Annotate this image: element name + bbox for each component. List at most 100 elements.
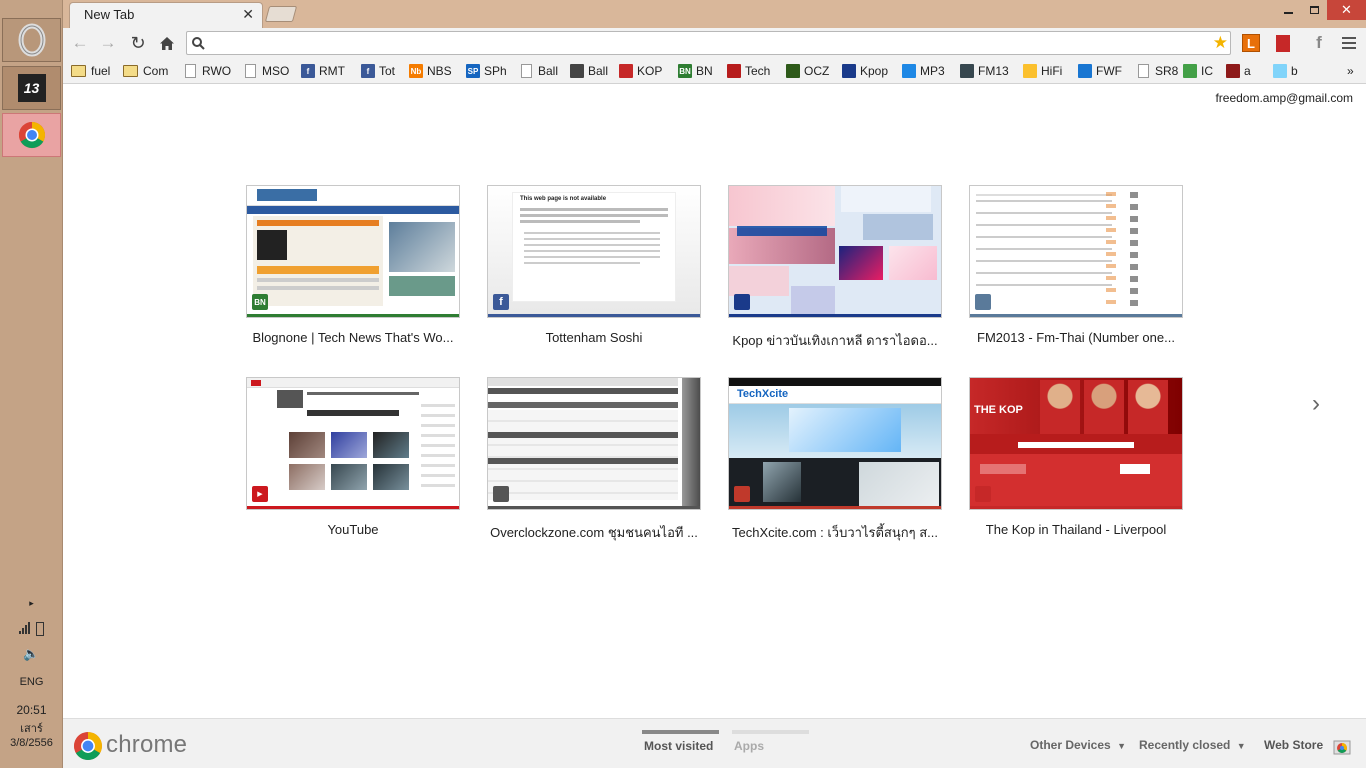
bookmark-label: FM13 [978, 64, 1009, 78]
bookmarks-overflow-icon[interactable]: » [1347, 62, 1354, 80]
tile-thumbnail[interactable]: TechXcite [728, 377, 942, 510]
tile-thumbnail[interactable]: This web page is not available f [487, 185, 701, 318]
bookmark-ocz[interactable]: OCZ [786, 62, 829, 80]
extension-bookmark-icon[interactable] [1273, 33, 1293, 53]
bookmark-mso[interactable]: MSO [245, 62, 289, 80]
tab-new-tab[interactable]: New Tab ✕ [69, 2, 263, 28]
bookmark-hifi[interactable]: HiFi [1023, 62, 1062, 80]
home-icon[interactable] [155, 32, 179, 54]
navigation-toolbar: ← → ↻ ★ L f [63, 28, 1366, 58]
bookmark-ic[interactable]: IC [1183, 62, 1213, 80]
close-window-icon[interactable]: ✕ [1327, 0, 1366, 20]
recently-closed-label: Recently closed [1139, 738, 1231, 752]
next-page-chevron-icon[interactable]: › [1312, 390, 1320, 418]
techxcite-favicon [734, 486, 750, 502]
web-store-link[interactable]: Web Store [1264, 738, 1323, 752]
tray-icons [0, 622, 63, 636]
signal-icon[interactable] [19, 622, 30, 634]
tile-title[interactable]: YouTube [246, 522, 460, 537]
tab-apps[interactable]: Apps [734, 739, 764, 753]
close-tab-icon[interactable]: ✕ [242, 6, 254, 23]
tile-title[interactable]: FM2013 - Fm-Thai (Number one... [969, 330, 1183, 345]
bookmark-fuel[interactable]: fuel [71, 62, 110, 80]
tile-title[interactable]: Tottenham Soshi [487, 330, 701, 345]
new-tab-button[interactable] [264, 6, 298, 22]
bookmark-mp3[interactable]: MP3 [902, 62, 945, 80]
volume-icon[interactable]: 🔈 [0, 646, 63, 662]
language-indicator[interactable]: ENG [0, 676, 63, 688]
tile-thumbnail[interactable] [487, 377, 701, 510]
bookmark-kop[interactable]: KOP [619, 62, 662, 80]
bookmark-tot[interactable]: f Tot [361, 62, 395, 80]
minimize-icon[interactable] [1275, 0, 1301, 20]
other-devices-label: Other Devices [1030, 738, 1111, 752]
web-store-icon[interactable] [1333, 737, 1351, 755]
tile-title[interactable]: TechXcite.com : เว็บวาไรตี้สนุกๆ ส... [728, 522, 942, 543]
most-visited-tile[interactable]: THE KOP The Kop in Thailand - Liverpool [969, 377, 1183, 537]
bookmark-label: RMT [319, 64, 345, 78]
bookmark-ball[interactable]: Ball [570, 62, 608, 80]
bookmark-fwf[interactable]: FWF [1078, 62, 1122, 80]
bookmark-rmt[interactable]: f RMT [301, 62, 345, 80]
bookmark-a[interactable]: a [1226, 62, 1251, 80]
extension-l-icon[interactable]: L [1241, 33, 1261, 53]
recently-closed-menu[interactable]: Recently closed ▼ [1139, 738, 1246, 752]
bookmark-nbs[interactable]: Nb NBS [409, 62, 452, 80]
chrome-taskbar-button[interactable] [2, 113, 61, 157]
bookmark-label: IC [1201, 64, 1213, 78]
tab-title: New Tab [84, 7, 135, 22]
most-visited-tile[interactable]: Kpop ข่าวบันเทิงเกาหลี ดาราไอดอ... [728, 185, 942, 351]
restore-icon[interactable] [1301, 0, 1327, 20]
tile-thumbnail[interactable]: BN [246, 185, 460, 318]
ocz-icon [786, 64, 800, 78]
tile-title[interactable]: Overclockzone.com ชุมชนคนไอที ... [487, 522, 701, 543]
page-icon [521, 64, 532, 78]
bookmark-kpop[interactable]: Kpop [842, 62, 888, 80]
page-icon [245, 64, 256, 78]
most-visited-tile[interactable]: Overclockzone.com ชุมชนคนไอที ... [487, 377, 701, 543]
reload-icon[interactable]: ↻ [126, 32, 150, 54]
bookmark-label: OCZ [804, 64, 830, 78]
bookmark-fm13[interactable]: FM13 [960, 62, 1009, 80]
most-visited-tile[interactable]: BN Blognone | Tech News That's Wo... [246, 185, 460, 345]
bookmark-star-icon[interactable]: ★ [1213, 33, 1228, 53]
most-visited-tile[interactable]: FM2013 - Fm-Thai (Number one... [969, 185, 1183, 345]
opera-taskbar-button[interactable] [2, 18, 61, 62]
tile-thumbnail[interactable] [728, 185, 942, 318]
other-devices-menu[interactable]: Other Devices ▼ [1030, 738, 1126, 752]
tile-title[interactable]: Blognone | Tech News That's Wo... [246, 330, 460, 345]
tile-thumbnail[interactable]: THE KOP [969, 377, 1183, 510]
omnibox-input[interactable] [209, 34, 1209, 52]
chevron-down-icon: ▼ [1236, 741, 1246, 751]
bookmark-sph[interactable]: SP SPh [466, 62, 507, 80]
bookmark-label: SPh [484, 64, 507, 78]
most-visited-tile[interactable]: TechXcite TechXcite.com : เว็บวาไรตี้สนุ… [728, 377, 942, 543]
bookmark-rwo[interactable]: RWO [185, 62, 231, 80]
bookmark-sr8[interactable]: SR8 [1138, 62, 1178, 80]
bookmark-ball[interactable]: Ball [521, 62, 558, 80]
forward-icon[interactable]: → [96, 32, 120, 54]
bookmark-tech[interactable]: Tech [727, 62, 770, 80]
most-visited-tile[interactable]: ▶ YouTube [246, 377, 460, 537]
menu-icon[interactable] [1339, 33, 1359, 53]
bookmark-bn[interactable]: BN BN [678, 62, 713, 80]
tile-title[interactable]: Kpop ข่าวบันเทิงเกาหลี ดาราไอดอ... [728, 330, 942, 351]
bookmark-label: fuel [91, 64, 111, 78]
back-icon[interactable]: ← [68, 32, 92, 54]
tab-most-visited[interactable]: Most visited [644, 739, 713, 753]
expand-tray-icon[interactable]: ▸ [0, 598, 63, 609]
tile-thumbnail[interactable]: ▶ [246, 377, 460, 510]
tile-thumbnail[interactable] [969, 185, 1183, 318]
bookmark-b[interactable]: b [1273, 62, 1298, 80]
signed-in-user[interactable]: freedom.amp@gmail.com [1215, 91, 1353, 105]
omnibox[interactable]: ★ [186, 31, 1231, 55]
tile-title[interactable]: The Kop in Thailand - Liverpool [969, 522, 1183, 537]
new-tab-page: freedom.amp@gmail.com BN Blognone | Tech… [63, 85, 1366, 718]
bookmark-com[interactable]: Com [123, 62, 168, 80]
facebook-extension-icon[interactable]: f [1309, 33, 1329, 53]
clock-time[interactable]: 20:51 [0, 703, 63, 717]
fwf-icon [1078, 64, 1092, 78]
app13-taskbar-button[interactable]: 13 [2, 66, 61, 110]
battery-icon[interactable] [36, 622, 44, 636]
most-visited-tile[interactable]: This web page is not available f Tottenh… [487, 185, 701, 345]
